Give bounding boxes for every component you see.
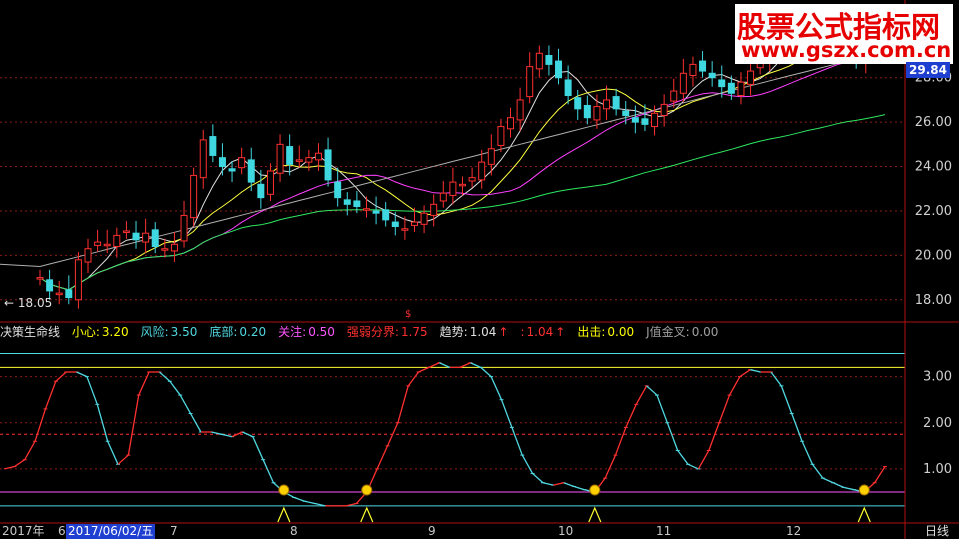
- indicator-item-value: 1.75: [400, 325, 428, 339]
- timebar-prefix: 6: [58, 524, 66, 538]
- month-label: 10: [558, 524, 574, 538]
- indicator-item-label: :: [520, 325, 525, 339]
- low-price-label: ← 18.05: [4, 296, 53, 310]
- signal-dot: [589, 484, 601, 496]
- indicator-item-label: 小心:: [71, 325, 100, 339]
- selected-date[interactable]: 2017/06/02/五: [66, 524, 156, 539]
- price-tick-label: 24.00: [915, 160, 952, 175]
- candle: [190, 167, 198, 227]
- period-label[interactable]: 日线: [925, 524, 949, 539]
- indicator-item-label: 强弱分界:: [346, 325, 399, 339]
- month-label: 8: [290, 524, 298, 538]
- indicator-item-label: 趋势:: [439, 325, 468, 339]
- indicator-name: 决策生命线: [0, 325, 61, 339]
- month-label: 12: [786, 524, 802, 538]
- candle: [74, 252, 82, 309]
- indicator-item-label: 关注:: [278, 325, 307, 339]
- watermark-url: www.gszx.com.cn: [741, 38, 952, 62]
- indicator-item-value: 0.20: [239, 325, 267, 339]
- time-axis-bar: 2017年 6 2017/06/02/五 日线 7 8 9 10 11 12: [0, 524, 959, 539]
- chart-canvas: 18.0020.0022.0024.0026.0028.00 1.002.003…: [0, 0, 959, 539]
- price-tick-label: 26.00: [915, 115, 952, 130]
- indicator-item-value: 0.50: [308, 325, 335, 339]
- indicator-item-value: 0.00: [691, 325, 719, 339]
- indicator-tick-label: 2.00: [923, 416, 952, 431]
- month-label: 9: [428, 524, 436, 538]
- signal-dot: [361, 484, 373, 496]
- price-tick-label: 20.00: [915, 248, 952, 263]
- indicator-tick-label: 3.00: [923, 370, 952, 385]
- month-label: 7: [170, 524, 178, 538]
- indicator-item-value: 0.00: [607, 325, 635, 339]
- signal-dot: [278, 484, 290, 496]
- indicator-item-label: J值金叉:: [646, 325, 690, 339]
- last-price-tag: 29.84: [906, 62, 950, 78]
- indicator-tick-label: 1.00: [923, 462, 952, 477]
- indicator-item-value: 1.04: [526, 325, 554, 339]
- trend-arrow-icon: ↑: [555, 325, 566, 339]
- indicator-item-value: 3.50: [170, 325, 198, 339]
- indicator-item-value: 1.04: [469, 325, 497, 339]
- price-tick-label: 22.00: [915, 204, 952, 219]
- price-tick-label: 18.00: [915, 293, 952, 308]
- indicator-item-label: 底部:: [209, 325, 238, 339]
- indicator-item-label: 出击:: [577, 325, 606, 339]
- year-label: 2017年: [2, 524, 45, 538]
- indicator-item-value: 3.20: [101, 325, 129, 339]
- month-label: 11: [656, 524, 672, 538]
- watermark-logo: 股票公式指标网 www.gszx.com.cn: [735, 4, 953, 64]
- signal-dot: [858, 484, 870, 496]
- dollar-mark: $: [405, 309, 412, 320]
- trend-arrow-icon: ↑: [498, 325, 509, 339]
- indicator-item-label: 风险:: [140, 325, 169, 339]
- indicator-legend-bar: 决策生命线 小心: 3.20 风险: 3.50 底部: 0.20 关注: 0.50 强弱分界: 1…: [0, 323, 720, 341]
